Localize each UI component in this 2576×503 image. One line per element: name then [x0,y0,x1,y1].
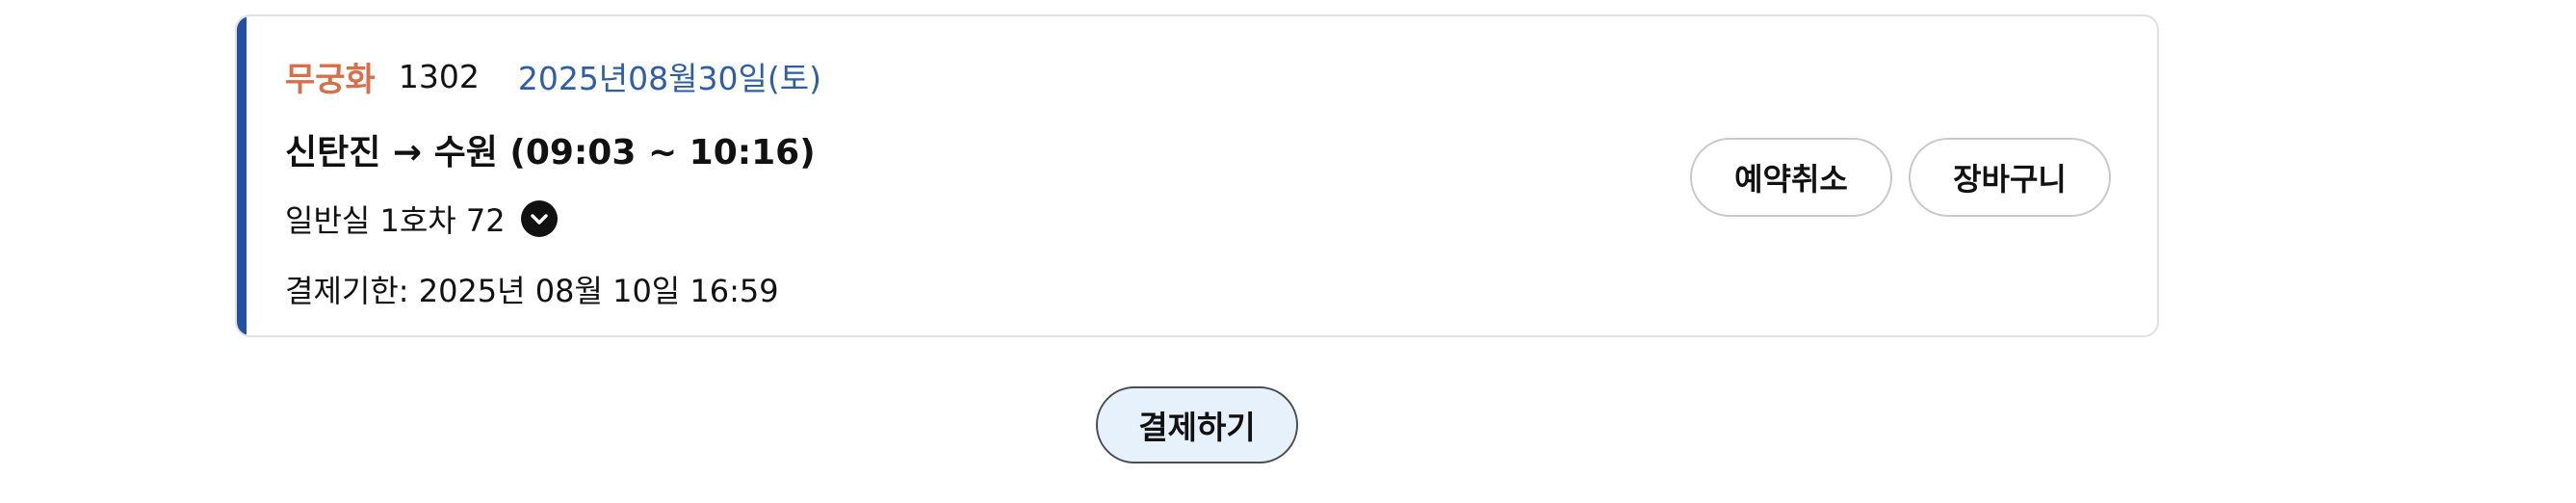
cancel-reservation-button[interactable]: 예약취소 [1690,138,1892,217]
seat-info: 일반실 1호차 72 [285,202,506,239]
card-accent-bar [237,16,247,335]
reservation-card: 무궁화 1302 2025년08월30일(토) 신탄진 → 수원 (09:03 … [235,14,2159,337]
chevron-down-circle-icon[interactable] [520,200,558,237]
payment-deadline: 결제기한: 2025년 08월 10일 16:59 [285,273,779,309]
train-type: 무궁화 [285,60,376,99]
pay-button[interactable]: 결제하기 [1096,386,1298,463]
route: 신탄진 → 수원 (09:03 ~ 10:16) [285,133,816,172]
add-to-cart-button[interactable]: 장바구니 [1909,138,2111,217]
seat-row: 일반실 1호차 72 [285,194,558,244]
train-info-row: 무궁화 1302 2025년08월30일(토) [285,51,821,101]
train-number: 1302 [398,57,480,95]
travel-date: 2025년08월30일(토) [517,60,821,97]
